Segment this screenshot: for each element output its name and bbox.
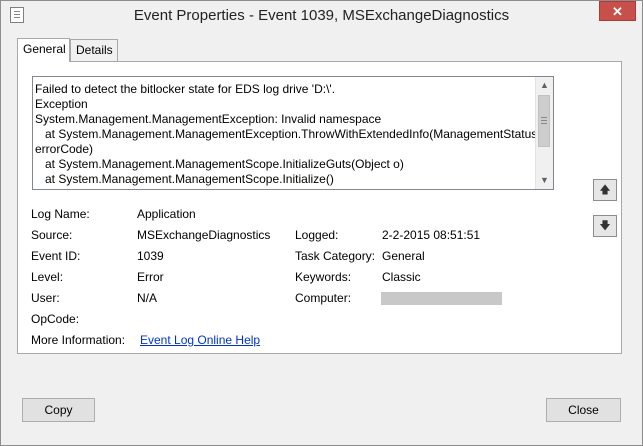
event-description-text: Failed to detect the bitlocker state for…: [35, 82, 538, 187]
event-id-value: 1039: [137, 249, 164, 263]
event-description-box[interactable]: Failed to detect the bitlocker state for…: [32, 76, 554, 190]
level-label: Level:: [31, 270, 64, 284]
keywords-label: Keywords:: [295, 270, 352, 284]
description-scrollbar[interactable]: ▲ ▼: [535, 77, 553, 189]
computer-value-redacted: [381, 292, 502, 305]
title-bar[interactable]: Event Properties - Event 1039, MSExchang…: [1, 1, 642, 31]
logged-label: Logged:: [295, 228, 339, 242]
copy-button[interactable]: Copy: [22, 398, 95, 422]
next-event-button[interactable]: 🡇: [593, 215, 617, 237]
logged-value: 2-2-2015 08:51:51: [382, 228, 481, 242]
arrow-up-icon: 🡅: [599, 184, 611, 196]
tab-details[interactable]: Details: [70, 39, 118, 61]
computer-label: Computer:: [295, 291, 352, 305]
window-title: Event Properties - Event 1039, MSExchang…: [133, 7, 510, 24]
previous-event-button[interactable]: 🡅: [593, 179, 617, 201]
description-line: errorCode): [35, 142, 94, 156]
grip-icon: [541, 117, 547, 118]
keywords-value: Classic: [382, 270, 421, 284]
task-category-value: General: [382, 249, 425, 263]
event-log-online-help-link[interactable]: Event Log Online Help: [140, 333, 260, 347]
user-label: User:: [31, 291, 60, 305]
level-value: Error: [137, 270, 164, 284]
source-value: MSExchangeDiagnostics: [137, 228, 271, 242]
more-information-label: More Information:: [31, 333, 126, 347]
tab-general[interactable]: General: [17, 38, 70, 62]
scroll-down-arrow-icon[interactable]: ▼: [536, 172, 553, 189]
source-label: Source:: [31, 228, 73, 242]
opcode-label: OpCode:: [31, 312, 80, 326]
close-button[interactable]: Close: [546, 398, 621, 422]
description-line: Exception: [35, 97, 88, 111]
description-line: at System.Management.ManagementException…: [35, 127, 538, 141]
window-close-button[interactable]: ✕: [599, 1, 636, 21]
event-properties-window: Event Properties - Event 1039, MSExchang…: [0, 0, 643, 446]
log-name-label: Log Name:: [31, 207, 90, 221]
description-line: Failed to detect the bitlocker state for…: [35, 82, 336, 96]
description-line: at System.Management.ManagementScope.Ini…: [35, 172, 334, 186]
scroll-thumb[interactable]: [538, 95, 550, 147]
scroll-up-arrow-icon[interactable]: ▲: [536, 77, 553, 94]
arrow-down-icon: 🡇: [599, 220, 611, 232]
log-name-value: Application: [137, 207, 196, 221]
general-tab-panel: Failed to detect the bitlocker state for…: [17, 61, 622, 354]
task-category-label: Task Category:: [295, 249, 376, 263]
user-value: N/A: [137, 291, 158, 305]
description-line: at System.Management.ManagementScope.Ini…: [35, 157, 404, 171]
description-line: System.Management.ManagementException: I…: [35, 112, 382, 126]
event-id-label: Event ID:: [31, 249, 81, 263]
